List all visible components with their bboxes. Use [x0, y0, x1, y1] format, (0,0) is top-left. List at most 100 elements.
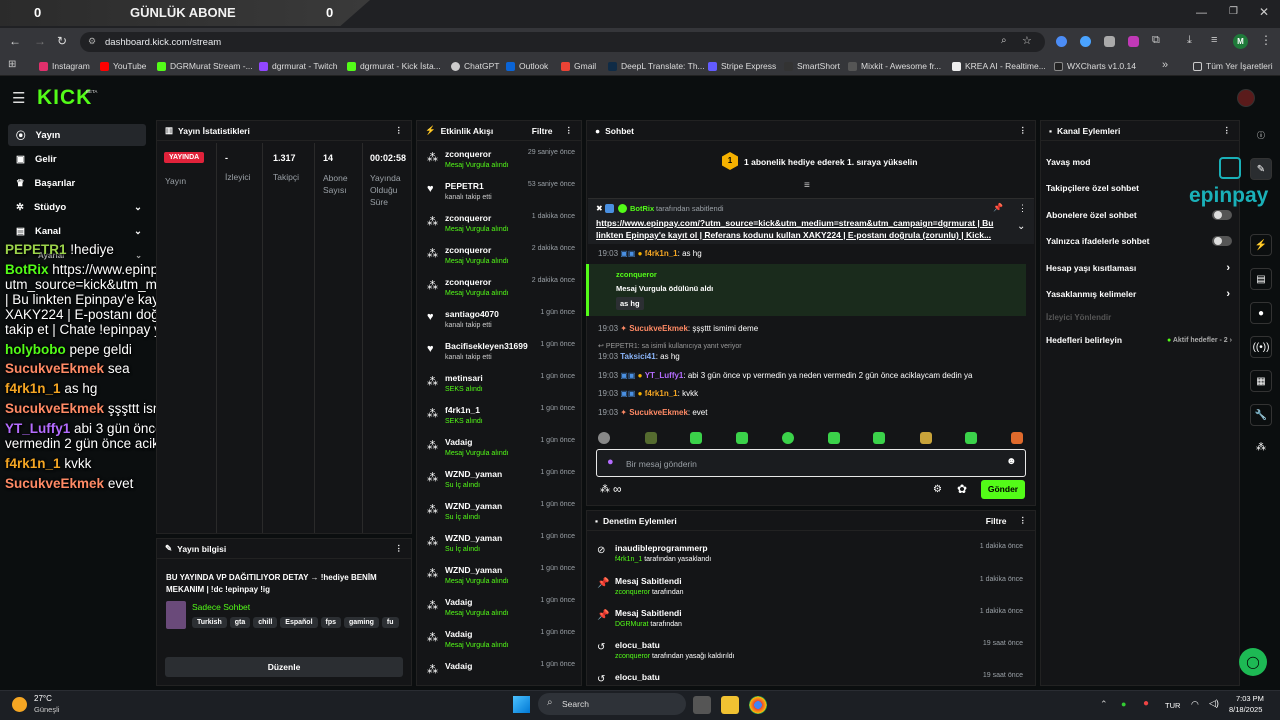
sidebar-item-studyo[interactable]: ✲ Stüdyo ⌄ — [8, 196, 146, 218]
tray-app-icon[interactable]: ● — [1121, 699, 1126, 709]
emote-icon[interactable] — [828, 432, 840, 444]
language-indicator[interactable]: TUR — [1165, 701, 1180, 710]
activity-user[interactable]: Vadaig — [445, 437, 472, 447]
task-view-icon[interactable] — [693, 696, 711, 714]
activity-user[interactable]: Vadaig — [445, 597, 472, 607]
activity-user[interactable]: zconqueror — [445, 277, 491, 287]
activity-user[interactable]: WZND_yaman — [445, 565, 502, 575]
activity-user[interactable]: zconqueror — [445, 213, 491, 223]
reload-icon[interactable]: ↻ — [57, 34, 67, 48]
emote-only-toggle[interactable] — [1212, 236, 1232, 246]
mod-action-item[interactable]: ⊘ inaudibleprogrammerp f4rk1n_1 tarafından… — [587, 537, 1033, 569]
activity-user[interactable]: Vadaig — [445, 661, 472, 671]
activity-item[interactable]: ⁂ Vadaig Mesaj Vurgula alındı 1 gün önce — [417, 591, 581, 623]
filter-button[interactable]: Filtre — [532, 126, 553, 136]
info-icon[interactable]: ⓘ — [1250, 124, 1272, 146]
activity-item[interactable]: ⁂ Vadaig Mesaj Vurgula alındı 1 gün önce — [417, 623, 581, 655]
lightning-icon[interactable]: ⚡ — [1250, 234, 1272, 256]
extensions-puzzle-icon[interactable]: ⧉ — [1152, 34, 1160, 47]
pinned-by-user[interactable]: BotRix — [630, 204, 654, 213]
more-options-icon[interactable]: ⋮ — [395, 125, 404, 136]
bookmark-item[interactable]: ChatGPT — [451, 61, 499, 71]
more-options-icon[interactable]: ⋮ — [1223, 125, 1232, 136]
subscribers-only-row[interactable]: Abonelere özel sohbet — [1046, 205, 1236, 225]
goals-row[interactable]: Hedefleri belirleyin ● Aktif hedefler - 2… — [1046, 330, 1236, 350]
activity-item[interactable]: ♥ PEPETR1 kanalı takip etti 53 saniye önce — [417, 175, 581, 207]
bookmark-item[interactable]: Stripe Express — [708, 61, 776, 71]
emote-icon[interactable] — [736, 432, 748, 444]
download-icon[interactable]: ⤓ — [1187, 34, 1192, 47]
edit-stream-button[interactable]: Düzenle — [165, 657, 403, 677]
emote-icon[interactable] — [782, 432, 794, 444]
bookmark-item[interactable]: YouTube — [100, 61, 146, 71]
taskbar-search[interactable]: ⌕ Search — [538, 693, 686, 715]
emote-icon[interactable] — [598, 432, 610, 444]
tray-overflow-icon[interactable]: ⌃ — [1100, 699, 1108, 710]
activity-item[interactable]: ⁂ WZND_yaman Mesaj Vurgula alındı 1 gün önc… — [417, 559, 581, 591]
activity-item[interactable]: ⁂ zconqueror Mesaj Vurgula alındı 29 saniye… — [417, 143, 581, 175]
activity-user[interactable]: santiago4070 — [445, 309, 499, 319]
sidebar-item-yayin[interactable]: ⦿ Yayın — [8, 124, 146, 146]
activity-item[interactable]: ⁂ zconqueror Mesaj Vurgula alındı 1 dakika … — [417, 207, 581, 239]
site-info-icon[interactable]: ⚙ — [88, 36, 96, 47]
activity-user[interactable]: WZND_yaman — [445, 469, 502, 479]
tag[interactable]: Español — [280, 617, 318, 628]
sidebar-item-kanal[interactable]: ▤ Kanal ⌄ — [8, 220, 146, 242]
account-age-row[interactable]: Hesap yaşı kısıtlaması › — [1046, 258, 1236, 278]
activity-item[interactable]: ⁂ f4rk1n_1 SEKS alındı 1 gün önce — [417, 399, 581, 431]
tag[interactable]: fu — [381, 617, 399, 628]
activity-item[interactable]: ⁂ metinsari SEKS alındı 1 gün önce — [417, 367, 581, 399]
points-icon[interactable]: ⁂ — [600, 484, 610, 495]
quick-emote-icon[interactable]: ✿ — [957, 482, 967, 496]
bookmark-star-icon[interactable]: ☆ — [1022, 34, 1032, 47]
bookmark-item[interactable]: DGRMurat Stream -... — [157, 61, 253, 71]
emote-icon[interactable] — [873, 432, 885, 444]
chevron-down-icon[interactable]: ⌄ — [1017, 221, 1025, 232]
extension-icon[interactable] — [1128, 36, 1139, 47]
reward-user[interactable]: zconqueror — [616, 270, 657, 279]
activity-item[interactable]: ⁂ zconqueror Mesaj Vurgula alındı 2 dakika … — [417, 239, 581, 271]
tag[interactable]: gta — [229, 617, 251, 628]
file-explorer-icon[interactable] — [721, 696, 739, 714]
activity-user[interactable]: WZND_yaman — [445, 533, 502, 543]
emote-icon[interactable] — [920, 432, 932, 444]
user-avatar[interactable] — [1237, 89, 1255, 107]
more-options-icon[interactable]: ⋮ — [1019, 515, 1028, 526]
maximize-icon[interactable]: ❐ — [1229, 6, 1238, 17]
emoji-icon[interactable]: ☻ — [1006, 456, 1017, 467]
more-options-icon[interactable]: ⋮ — [565, 125, 574, 136]
activity-item[interactable]: ⁂ zconqueror Mesaj Vurgula alındı 2 dakika … — [417, 271, 581, 303]
tag[interactable]: fps — [320, 617, 342, 628]
minimize-icon[interactable]: — — [1196, 7, 1207, 19]
wrench-icon[interactable]: 🔧 — [1250, 404, 1272, 426]
activity-user[interactable]: metinsari — [445, 373, 483, 383]
bookmark-item[interactable]: dgrmurat - Twitch — [259, 61, 338, 71]
more-options-icon[interactable]: ⋮ — [1018, 203, 1027, 214]
emote-only-row[interactable]: Yalnızca ifadelerle sohbet — [1046, 231, 1236, 251]
profile-avatar[interactable]: M — [1233, 34, 1248, 49]
extension-icon[interactable] — [1104, 36, 1115, 47]
category-name[interactable]: Sadece Sohbet — [192, 602, 250, 612]
bookmark-item[interactable]: SmartShort — [784, 61, 840, 71]
activity-item[interactable]: ⁂ WZND_yaman Su İç alındı 1 gün önce — [417, 463, 581, 495]
tag[interactable]: gaming — [344, 617, 379, 628]
microphone-icon[interactable]: ● — [1143, 698, 1149, 709]
sidebar-item-gelir[interactable]: ▣ Gelir — [8, 148, 146, 170]
volume-icon[interactable]: ◁) — [1209, 698, 1219, 709]
activity-user[interactable]: WZND_yaman — [445, 501, 502, 511]
windows-start-icon[interactable] — [513, 696, 530, 713]
emote-icon[interactable] — [965, 432, 977, 444]
bookmark-item[interactable]: Mixkit - Awesome fr... — [848, 61, 941, 71]
bookmarks-overflow-icon[interactable]: » — [1162, 59, 1168, 71]
back-icon[interactable]: ← — [9, 34, 21, 48]
sun-weather-icon[interactable] — [12, 697, 27, 712]
activity-user[interactable]: Bacifisekleyen31699 — [445, 341, 528, 351]
chat-settings-gear-icon[interactable]: ⚙ — [933, 484, 942, 495]
emote-icon[interactable] — [690, 432, 702, 444]
bookmark-item[interactable]: Instagram — [39, 61, 90, 71]
zoom-search-icon[interactable]: ⌕ — [1001, 35, 1007, 46]
apps-grid-icon[interactable]: ⊞ — [8, 59, 16, 70]
document-icon[interactable]: ▤ — [1250, 268, 1272, 290]
chrome-icon[interactable] — [749, 696, 767, 714]
tag[interactable]: Turkish — [192, 617, 227, 628]
